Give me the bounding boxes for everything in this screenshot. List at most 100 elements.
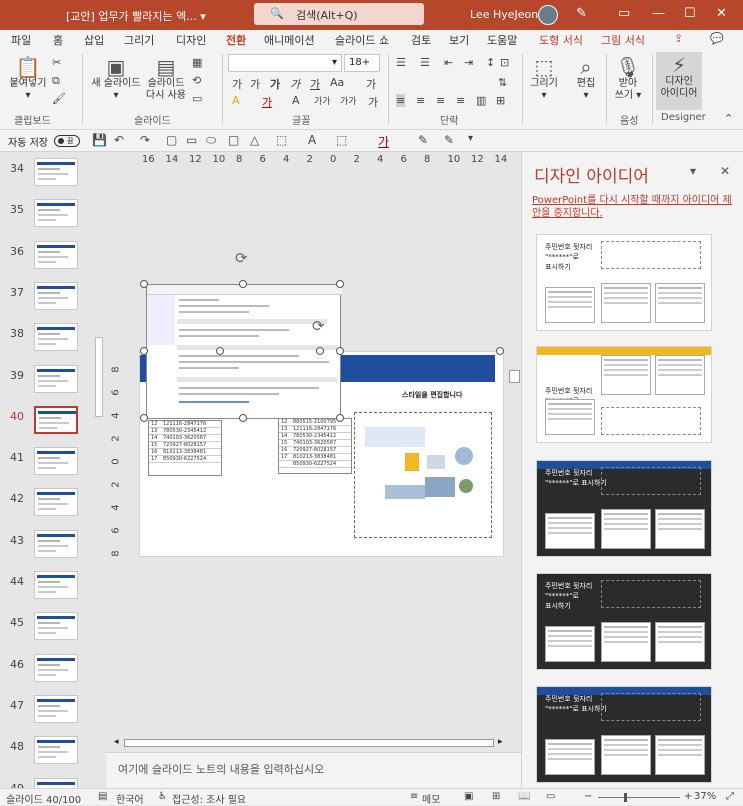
- draw-button[interactable]: ⬚ 그리기 ▾: [526, 56, 562, 102]
- design-idea-card[interactable]: 주민번호 뒷자리 "******"로 표시하기: [536, 686, 712, 783]
- picture-icon[interactable]: ⬚: [336, 133, 347, 147]
- change-case-icon[interactable]: Aa: [330, 76, 344, 89]
- slide-thumbnail[interactable]: 34: [8, 158, 88, 199]
- notes-toggle[interactable]: 메모: [422, 791, 440, 806]
- align-text-icon[interactable]: ⊡: [500, 56, 509, 69]
- design-idea-card[interactable]: 주민번호 뒷자리"******"로표시하기: [536, 346, 712, 443]
- notes-icon[interactable]: ≡: [410, 791, 418, 802]
- numbering-icon[interactable]: ☰: [420, 56, 430, 69]
- slide-thumbnail[interactable]: 46: [8, 653, 88, 695]
- slide-thumbnail[interactable]: 45: [8, 612, 88, 653]
- search-box[interactable]: 🔍 검색(Alt+Q): [254, 3, 424, 25]
- design-idea-card[interactable]: 주민번호 뒷자리"******"로표시하기: [536, 573, 712, 670]
- slide-thumbnail[interactable]: 48: [8, 736, 88, 777]
- font-size-a-icon[interactable]: 가가: [340, 94, 357, 107]
- highlight-icon[interactable]: A: [232, 94, 240, 107]
- text-direction-icon[interactable]: ⇅: [498, 76, 507, 89]
- italic-icon[interactable]: 가: [290, 76, 300, 92]
- increase-indent-icon[interactable]: ⇥: [464, 56, 473, 69]
- autosave-toggle[interactable]: 끔: [54, 135, 80, 147]
- reset-icon[interactable]: ⟲: [192, 74, 201, 87]
- scroll-left-icon[interactable]: ◂: [114, 737, 119, 747]
- resize-handle-inner[interactable]: [216, 347, 224, 355]
- slide-thumbnail[interactable]: 43: [8, 529, 88, 571]
- decrease-indent-icon[interactable]: ⇤: [444, 56, 453, 69]
- slide-thumbnail[interactable]: 42: [8, 488, 88, 529]
- resize-handle-se[interactable]: [336, 414, 344, 422]
- tab-view[interactable]: 보기: [449, 32, 469, 48]
- notes-pane[interactable]: 여기에 슬라이드 노트의 내용을 입력하십시오: [106, 752, 521, 788]
- share-icon[interactable]: ⇪: [674, 32, 683, 45]
- scroll-right-icon[interactable]: ▸: [498, 737, 503, 747]
- minimize-button[interactable]: —: [652, 6, 665, 21]
- paste-button[interactable]: 📋 붙여넣기 ▾: [8, 56, 48, 102]
- save-icon[interactable]: 💾: [92, 133, 107, 147]
- smartart-icon[interactable]: ⊞: [496, 94, 505, 107]
- layout-icon[interactable]: ▦: [192, 56, 202, 69]
- slide-thumbnail[interactable]: 38: [8, 323, 88, 364]
- fit-slide-icon[interactable]: ⤢: [726, 791, 734, 802]
- user-name[interactable]: Lee HyeJeong: [470, 8, 545, 21]
- char-spacing-icon[interactable]: 가가: [314, 94, 331, 107]
- avatar[interactable]: [538, 5, 558, 25]
- slide-thumbnail[interactable]: 37: [8, 281, 88, 323]
- align-right-icon[interactable]: ≡: [436, 94, 445, 107]
- tab-picture-format[interactable]: 그림 서식: [601, 32, 645, 48]
- pane-options-icon[interactable]: ▾: [690, 164, 696, 178]
- editor-hscroll-thumb[interactable]: [124, 739, 494, 747]
- textbox-icon[interactable]: A: [308, 133, 316, 147]
- font-color-icon[interactable]: 가: [262, 94, 272, 110]
- rotate-handle-icon[interactable]: ⟳: [312, 318, 328, 334]
- restore-ribbon-icon[interactable]: ▭: [618, 6, 630, 21]
- picture-placeholder[interactable]: [354, 412, 492, 538]
- tab-file[interactable]: 파일: [11, 32, 31, 48]
- present-icon[interactable]: ▢: [166, 133, 177, 147]
- close-button[interactable]: ✕: [716, 6, 727, 21]
- accessibility-label[interactable]: 접근성: 조사 필요: [172, 791, 246, 806]
- thumbnail-scrollbar[interactable]: [93, 152, 106, 788]
- accessibility-icon[interactable]: ♿: [158, 791, 167, 802]
- font-size-up-icon[interactable]: 가: [232, 76, 242, 92]
- slide-thumbnail[interactable]: 39: [8, 364, 88, 406]
- cut-icon[interactable]: ✂: [52, 56, 61, 69]
- slide-thumbnail[interactable]: 36: [8, 240, 88, 282]
- customize-qat-icon[interactable]: ▾: [468, 133, 473, 144]
- resize-handle-sw[interactable]: [140, 414, 148, 422]
- highlighter-qat-icon[interactable]: ✎: [444, 133, 454, 147]
- font-color-qat-icon[interactable]: 가: [378, 133, 389, 150]
- strikethrough-icon[interactable]: A: [292, 94, 300, 107]
- selected-picture[interactable]: [146, 284, 342, 419]
- tab-slideshow[interactable]: 슬라이드 쇼: [335, 32, 389, 48]
- slide-table-left[interactable]: 12 121116-2847176 13 780530-2345412 14 740103…: [148, 420, 222, 476]
- resize-handle-n[interactable]: [239, 280, 247, 288]
- slide-thumbnail[interactable]: 44: [8, 571, 88, 612]
- stop-suggestions-link[interactable]: PowerPoint를 다시 시작할 때까지 아이디어 제안을 중지합니다.: [532, 194, 732, 220]
- dictate-button[interactable]: 🎙 받아 쓰기 ▾: [610, 56, 646, 102]
- zoom-out-button[interactable]: −: [584, 791, 592, 802]
- copy-icon[interactable]: ⧉: [52, 74, 60, 88]
- zoom-slider[interactable]: [598, 793, 680, 802]
- square-icon[interactable]: □: [228, 133, 239, 147]
- section-icon[interactable]: ▭: [192, 92, 202, 105]
- bullets-icon[interactable]: ☰: [396, 56, 406, 69]
- designer-button[interactable]: ⚡ 디자인 아이디어: [656, 52, 702, 110]
- font-size-box[interactable]: 18+: [344, 54, 380, 72]
- maximize-button[interactable]: ☐: [684, 6, 696, 21]
- slide-table-right[interactable]: 12 880515-2100795 13 121116-2847176 14 780530…: [278, 418, 352, 474]
- tab-review[interactable]: 검토: [411, 32, 431, 48]
- pen-qat-icon[interactable]: ✎: [418, 133, 428, 147]
- slide-caption[interactable]: 스타일을 편집합니다: [402, 390, 462, 400]
- tab-design[interactable]: 디자인: [176, 32, 206, 48]
- editor-scroll-thumb[interactable]: [509, 370, 520, 383]
- align-center-icon[interactable]: ≡: [416, 94, 425, 107]
- text-shadow-icon[interactable]: 가: [368, 94, 378, 110]
- pane-close-icon[interactable]: ✕: [720, 164, 730, 178]
- reading-view-icon[interactable]: 📖: [518, 791, 530, 802]
- rounded-rect-icon[interactable]: ⬭: [206, 133, 216, 148]
- clear-format-icon[interactable]: 가: [366, 76, 376, 92]
- format-painter-icon[interactable]: 🖌: [52, 92, 66, 105]
- editor-horizontal-scrollbar[interactable]: ◂ ▸: [112, 737, 508, 750]
- reuse-slides-button[interactable]: ▤ 슬라이드 다시 사용: [144, 56, 188, 102]
- slide-thumbnail[interactable]: 47: [8, 694, 88, 736]
- new-slide-button[interactable]: ▣ 새 슬라이드 ▾: [90, 56, 142, 102]
